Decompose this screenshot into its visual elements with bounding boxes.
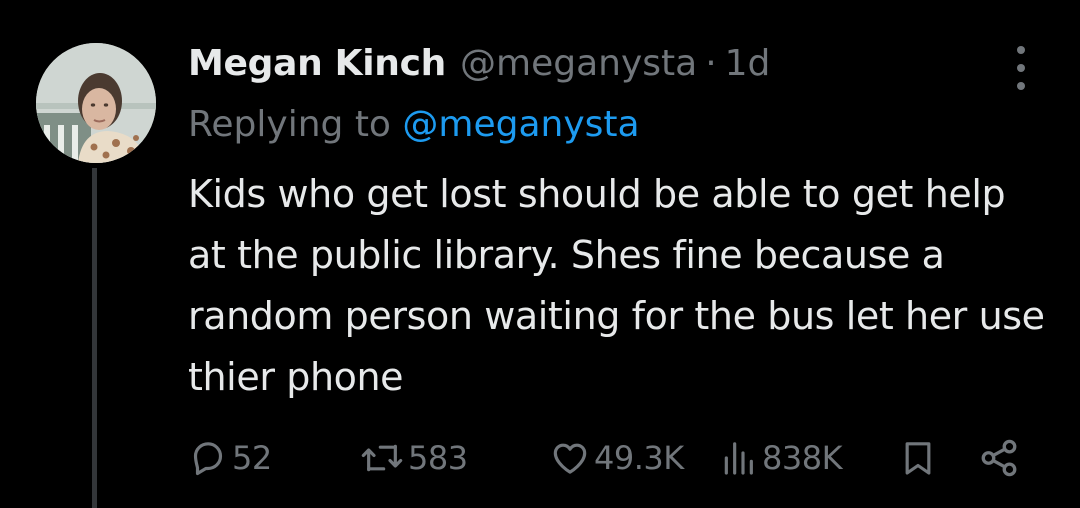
heart-icon xyxy=(553,443,587,474)
tweet-action-bar: 52 583 49.3K 838K xyxy=(188,435,1038,481)
retweet-count: 583 xyxy=(408,439,468,477)
author-handle[interactable]: @meganysta xyxy=(460,43,697,84)
more-options-button[interactable] xyxy=(1006,46,1036,90)
user-photo-avatar-icon xyxy=(36,43,156,163)
views-count: 838K xyxy=(762,439,843,477)
reply-icon xyxy=(193,442,223,476)
replying-to-line: Replying to @meganysta xyxy=(188,104,640,145)
tweet-text: Kids who get lost should be able to get … xyxy=(188,172,1045,399)
author-avatar[interactable] xyxy=(36,43,156,163)
thread-connector-line xyxy=(92,168,97,508)
replying-to-label: Replying to xyxy=(188,104,391,145)
more-vertical-icon xyxy=(1017,46,1025,54)
tweet-timestamp[interactable]: 1d xyxy=(725,43,771,84)
author-name[interactable]: Megan Kinch xyxy=(188,43,446,84)
more-vertical-icon-dot xyxy=(1017,64,1025,72)
like-button[interactable]: 49.3K xyxy=(550,435,684,481)
reply-button[interactable]: 52 xyxy=(188,435,272,481)
retweet-icon xyxy=(361,444,403,472)
replying-to-handle-link[interactable]: @meganysta xyxy=(402,104,639,145)
views-button[interactable]: 838K xyxy=(718,435,843,481)
reply-count: 52 xyxy=(232,439,272,477)
retweet-button[interactable]: 583 xyxy=(360,435,468,481)
share-icon xyxy=(981,439,1017,477)
share-button[interactable] xyxy=(978,435,1020,481)
more-vertical-icon-dot xyxy=(1017,82,1025,90)
bookmark-button[interactable] xyxy=(898,435,938,481)
like-count: 49.3K xyxy=(594,439,684,477)
views-chart-icon xyxy=(724,442,753,475)
tweet-header: Megan Kinch @meganysta · 1d xyxy=(188,38,770,88)
bookmark-icon xyxy=(905,442,931,475)
header-separator: · xyxy=(705,42,717,84)
